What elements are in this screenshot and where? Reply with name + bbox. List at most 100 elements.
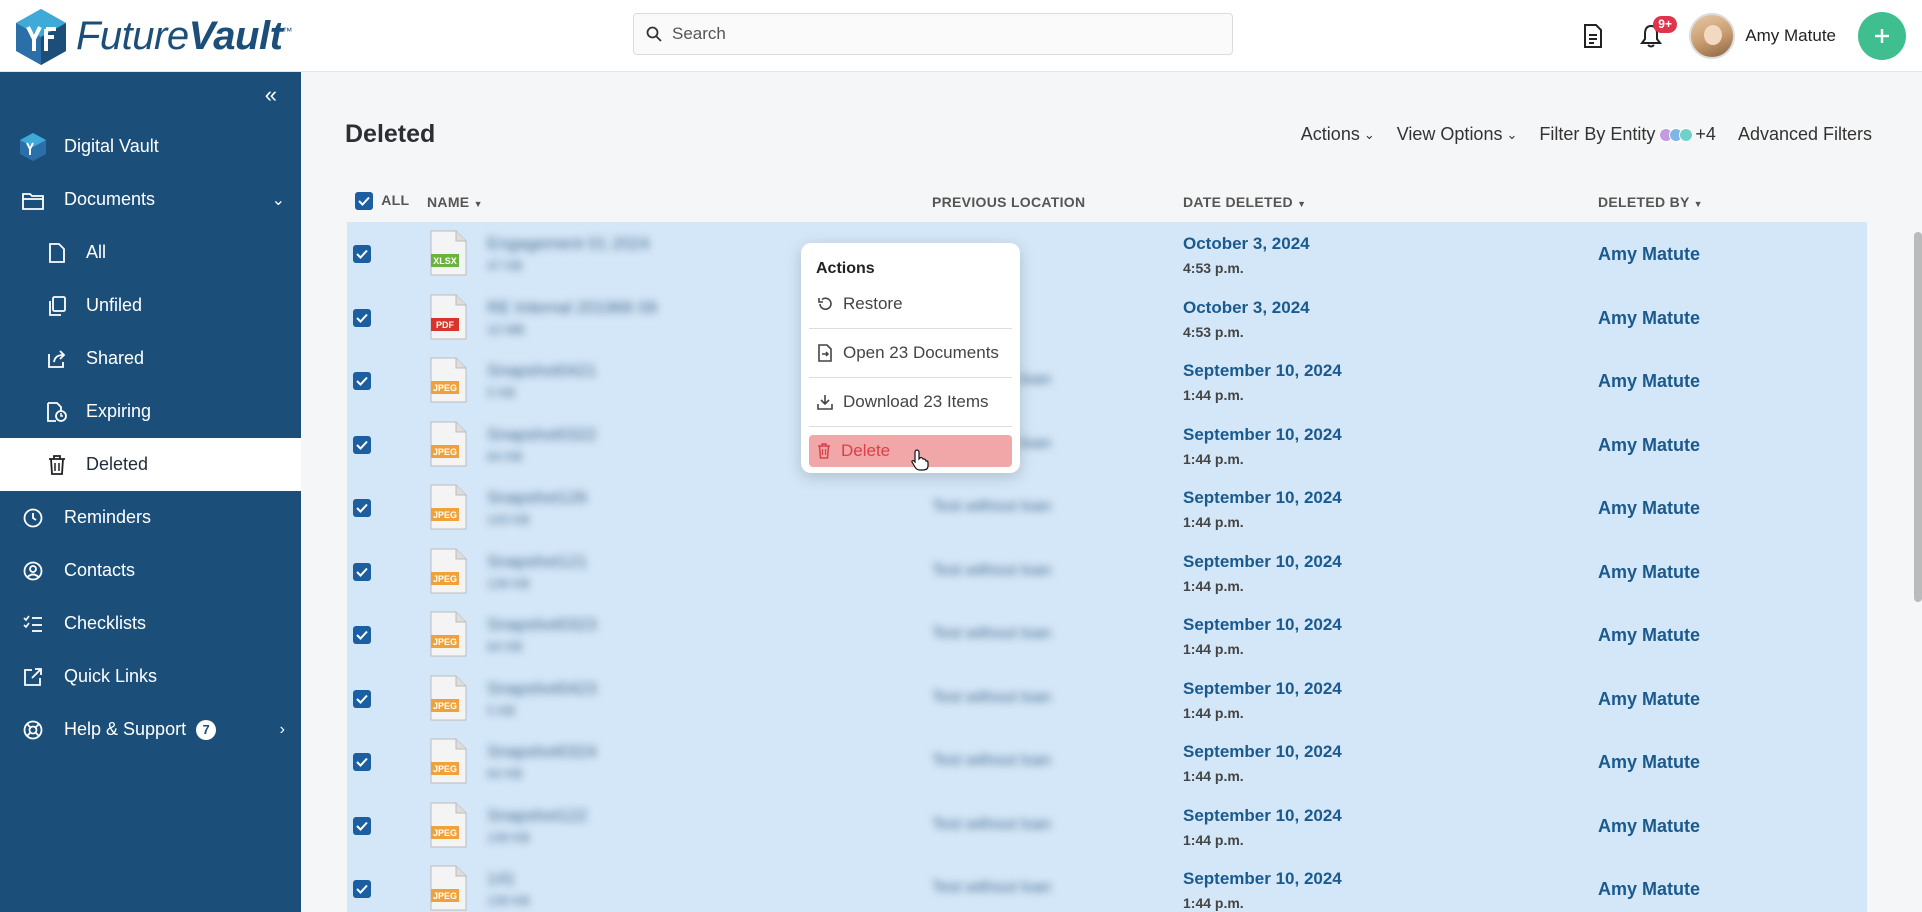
row-checkbox[interactable] (353, 562, 371, 581)
select-all-checkbox[interactable] (355, 192, 373, 211)
file-type-icon: XLSX (430, 230, 467, 276)
file-name[interactable]: Snapshot0323 (487, 615, 597, 635)
restore-menu-item[interactable]: Restore (809, 288, 1012, 320)
time-deleted: 1:44 p.m. (1183, 768, 1244, 784)
advanced-filters-button[interactable]: Advanced Filters (1738, 124, 1872, 145)
notifications-button[interactable]: 9+ (1631, 16, 1677, 56)
sidebar-item-shared[interactable]: Shared (0, 332, 301, 385)
table-row[interactable]: JPEG Snapshot122 139 KB Test without loa… (347, 794, 1867, 857)
row-checkbox[interactable] (353, 308, 371, 327)
file-type-icon: JPEG (430, 675, 467, 720)
row-checkbox[interactable] (353, 689, 371, 708)
previous-location[interactable]: Test without loan (932, 816, 1051, 834)
search-input[interactable] (672, 24, 1212, 44)
deleted-by[interactable]: Amy Matute (1598, 308, 1700, 329)
previous-location[interactable]: Test without loan (932, 625, 1051, 643)
column-date-deleted[interactable]: DATE DELETED ▼ (1183, 194, 1306, 210)
sidebar-item-reminders[interactable]: Reminders (0, 491, 301, 544)
previous-location[interactable]: Test without loan (932, 562, 1051, 580)
sidebar-item-documents[interactable]: Documents ⌄ (0, 173, 301, 226)
sidebar-item-deleted[interactable]: Deleted (0, 438, 301, 491)
actions-dropdown[interactable]: Actions ⌄ (1301, 124, 1375, 145)
deleted-by[interactable]: Amy Matute (1598, 752, 1700, 773)
sidebar-item-contacts[interactable]: Contacts (0, 544, 301, 597)
column-deleted-by[interactable]: DELETED BY ▼ (1598, 194, 1703, 210)
previous-location[interactable]: Test without loan (932, 752, 1051, 770)
file-name[interactable]: Snapshot126 (487, 488, 587, 508)
chevron-down-icon: ⌄ (271, 191, 285, 209)
table-row[interactable]: JPEG Snapshot0423 5 KB Test without loan… (347, 667, 1867, 730)
table-row[interactable]: JPEG Snapshot121 139 KB Test without loa… (347, 540, 1867, 603)
deleted-by[interactable]: Amy Matute (1598, 689, 1700, 710)
download-menu-item[interactable]: Download 23 Items (809, 386, 1012, 418)
file-name[interactable]: Snapshot0421 (487, 361, 597, 381)
hand-cursor-icon (911, 449, 929, 471)
search-box[interactable] (633, 13, 1233, 55)
file-type-icon: JPEG (430, 738, 467, 784)
brand-logo[interactable]: FutureVault™ (12, 7, 292, 65)
top-bar: FutureVault™ 9+ Amy Matute (0, 0, 1922, 72)
sidebar-item-all[interactable]: All (0, 226, 301, 279)
deleted-by[interactable]: Amy Matute (1598, 244, 1700, 265)
row-checkbox[interactable] (353, 435, 371, 454)
row-checkbox[interactable] (353, 499, 371, 517)
previous-location[interactable]: Test without loan (932, 689, 1051, 707)
table-row[interactable]: JPEG Snapshot0322 64 KB Test without loa… (347, 413, 1867, 476)
file-name[interactable]: Snapshot0322 (487, 425, 597, 445)
date-deleted: September 10, 2024 (1183, 488, 1342, 507)
deleted-by[interactable]: Amy Matute (1598, 879, 1700, 900)
table-row[interactable]: XLSX Engagement 01 2024 47 KB October 3,… (347, 222, 1867, 285)
avatar[interactable] (1689, 13, 1736, 59)
collapse-sidebar-button[interactable]: « (265, 82, 277, 108)
file-name[interactable]: Snapshot121 (487, 552, 587, 572)
view-options-dropdown[interactable]: View Options ⌄ (1397, 124, 1518, 145)
row-checkbox[interactable] (353, 626, 371, 644)
row-checkbox[interactable] (353, 753, 371, 771)
sidebar-item-expiring[interactable]: Expiring (0, 385, 301, 438)
sidebar-item-digital-vault[interactable]: Digital Vault (0, 120, 301, 173)
scrollbar[interactable] (1914, 232, 1922, 602)
row-checkbox[interactable] (353, 245, 371, 263)
sidebar-item-help-support[interactable]: Help & Support 7 › (0, 703, 301, 756)
column-previous-location[interactable]: PREVIOUS LOCATION (932, 194, 1085, 210)
sidebar-item-label: Checklists (64, 613, 147, 633)
table-row[interactable]: PDF RE Internal 201966 09 10 MB October … (347, 286, 1867, 349)
add-button[interactable] (1858, 12, 1906, 60)
sidebar-item-quick-links[interactable]: Quick Links (0, 650, 301, 703)
row-checkbox[interactable] (353, 816, 371, 835)
file-name[interactable]: Snapshot0324 (487, 742, 597, 762)
file-name[interactable]: Snapshot0423 (487, 679, 597, 699)
file-name[interactable]: RE Internal 201966 09 (487, 298, 657, 318)
filter-by-entity[interactable]: Filter By Entity +4 (1539, 124, 1716, 145)
deleted-by[interactable]: Amy Matute (1598, 562, 1700, 583)
deleted-by[interactable]: Amy Matute (1598, 371, 1700, 392)
table-row[interactable]: JPEG Snapshot0324 64 KB Test without loa… (347, 730, 1867, 793)
deleted-by[interactable]: Amy Matute (1598, 625, 1700, 646)
sidebar-item-label: Deleted (86, 454, 149, 474)
deleted-by[interactable]: Amy Matute (1598, 498, 1700, 519)
table-row[interactable]: JPEG Snapshot126 143 KB Test without loa… (347, 476, 1867, 539)
file-size: 139 KB (487, 829, 530, 845)
user-name[interactable]: Amy Matute (1745, 26, 1836, 46)
column-name[interactable]: NAME ▼ (427, 194, 483, 210)
file-name[interactable]: Snapshot122 (487, 806, 587, 826)
file-name[interactable]: Engagement 01 2024 (487, 234, 650, 254)
table-row[interactable]: JPEG 141 139 KB Test without loan Septem… (347, 857, 1867, 912)
documents-button[interactable] (1573, 16, 1613, 56)
sidebar-item-checklists[interactable]: Checklists (0, 597, 301, 650)
table-row[interactable]: JPEG Snapshot0421 5 KB Test without loan… (347, 349, 1867, 412)
table-row[interactable]: JPEG Snapshot0323 64 KB Test without loa… (347, 603, 1867, 666)
deleted-by[interactable]: Amy Matute (1598, 816, 1700, 837)
select-all[interactable]: ALL (355, 192, 409, 211)
sidebar-item-unfiled[interactable]: Unfiled (0, 279, 301, 332)
row-checkbox[interactable] (353, 372, 371, 390)
deleted-by[interactable]: Amy Matute (1598, 435, 1700, 456)
previous-location[interactable]: Test without loan (932, 879, 1051, 897)
previous-location[interactable]: Test without loan (932, 498, 1051, 516)
file-icon (42, 238, 72, 268)
file-type-label: JPEG (433, 637, 457, 647)
row-checkbox[interactable] (353, 880, 371, 898)
open-documents-menu-item[interactable]: Open 23 Documents (809, 337, 1012, 369)
file-name[interactable]: 141 (487, 869, 515, 889)
main-content: Deleted Actions ⌄ View Options ⌄ Filter By… (301, 72, 1922, 912)
